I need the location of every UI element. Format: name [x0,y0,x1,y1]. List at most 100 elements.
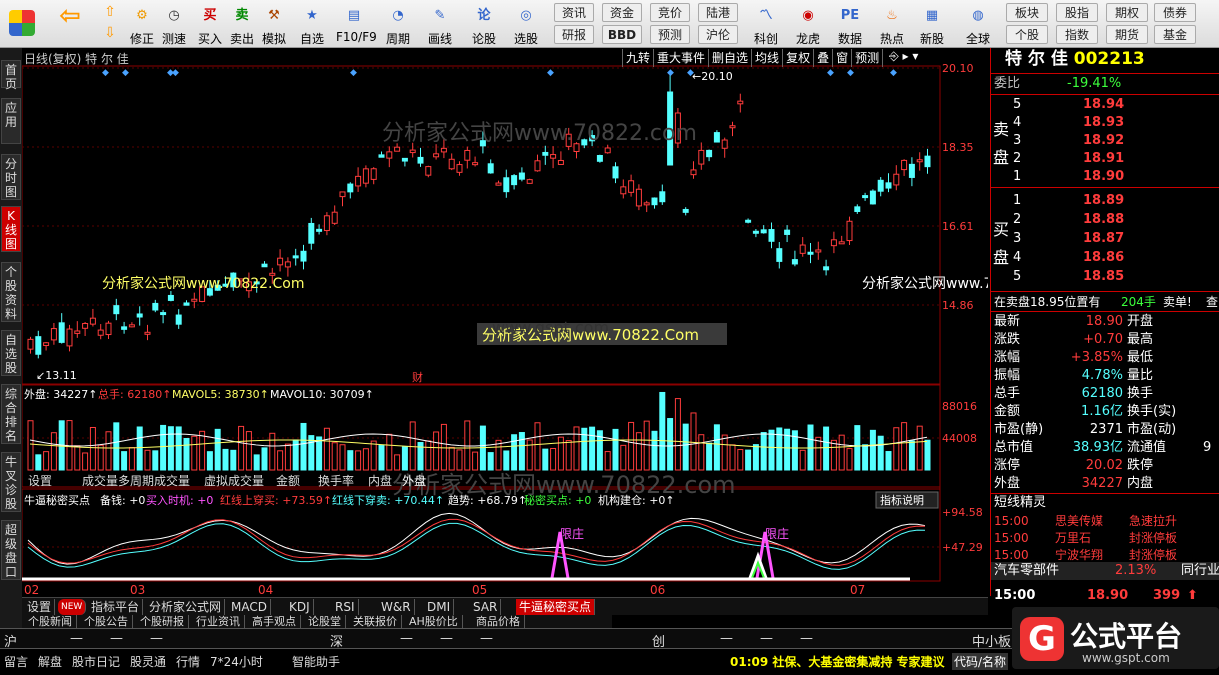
news-tab-6[interactable]: 关联报价 [349,615,402,628]
chart-btn-2[interactable]: 删自选 [708,49,751,67]
tab-profile[interactable]: 个股资料 [1,262,21,322]
simulate-button[interactable]: ⚒ 模拟 [256,2,292,46]
chart-btn-3[interactable]: 均线 [751,49,782,67]
funds-button[interactable]: 基金 [1154,25,1196,44]
ipo-button[interactable]: ▦ 新股 [914,2,950,46]
research-button[interactable]: 研报 [554,25,594,44]
tab-intraday[interactable]: 分时图 [1,154,21,200]
indicator-tab-6[interactable]: RSI [332,599,359,615]
chart-btn-0[interactable]: 九转 [622,49,653,67]
buy-row[interactable]: 5 18.85 [991,268,1219,286]
sell-row[interactable]: 2 18.91 [991,150,1219,168]
sell-row[interactable]: 3 18.92 [991,132,1219,150]
jingling-row[interactable]: 15:00 思美传媒 急速拉升 [991,512,1219,530]
news-tab-7[interactable]: AH股价比 [405,615,463,628]
tab-orderbook[interactable]: 超级盘口 [1,520,21,580]
discuss-button[interactable]: 论论股 [466,2,502,46]
chart-btn-6[interactable]: 窗 [832,49,851,67]
sell-row[interactable]: 4 18.93 [991,114,1219,132]
data-button[interactable]: PE 数据 [832,2,868,46]
kline-chart-area[interactable]: 20.10 18.35 16.61 14.86 ◆ ◆ ◆ ◆ ◆ ◆ ◆ ◆ ◆ ◆ ◆ ←20.10 ↙13… [21,48,1064,597]
tab-diagnosis[interactable]: 牛叉诊股 [1,452,21,512]
indicator-tab-2[interactable]: 指标平台 [88,599,144,615]
status-item-4[interactable]: 行情 [176,653,200,670]
indicator-tab-9[interactable]: SAR [470,599,502,615]
news-tab-0[interactable]: 个股新闻 [24,615,77,628]
stock-pick-button[interactable]: ◎ 选股 [508,2,544,46]
news-ticker[interactable]: 01:09 社保、大基金密集减持 专家建议 [730,653,945,670]
chart-btn-4[interactable]: 复权 [782,49,813,67]
tab-home[interactable]: 首页 [1,60,21,91]
sell-button[interactable]: 卖卖出 [224,2,260,46]
news-tab-4[interactable]: 高手观点 [248,615,301,628]
tab-ranking[interactable]: 综合排名 [1,384,21,444]
period-button[interactable]: ◔ 周期 [380,2,416,46]
index-button[interactable]: 指数 [1056,25,1098,44]
news-tab-2[interactable]: 个股研报 [136,615,189,628]
hot-button[interactable]: ♨ 热点 [874,2,910,46]
indicator-tab-0[interactable]: 设置 [24,599,56,615]
status-item-2[interactable]: 股市日记 [72,653,120,670]
candle-body [167,294,174,301]
tab-kline[interactable]: K线图 [1,206,21,252]
buy-row[interactable]: 3 18.87 [991,230,1219,248]
news-tab-5[interactable]: 论股堂 [304,615,346,628]
speed-test-button[interactable]: ◷ 测速 [156,2,192,46]
buy-row[interactable]: 4 18.86 [991,249,1219,267]
bbd-button[interactable]: BBD [602,25,642,44]
indicator-tab-10[interactable]: 牛逼秘密买点 [516,599,596,615]
auction-button[interactable]: 竞价 [650,3,690,22]
sell-price: 18.92 [1083,133,1125,148]
tech-button[interactable]: 〽科创 [748,2,784,46]
volume-bar [238,425,245,471]
tab-apps[interactable]: 应用 [1,98,21,144]
back-button[interactable]: ⇦ [52,2,88,46]
status-item-6[interactable]: 智能助手 [292,653,340,670]
indicator-tab-1[interactable]: NEW [58,599,87,615]
code-search-input[interactable]: 代码/名称 [952,653,1009,670]
indicator-tab-4[interactable]: MACD [228,599,271,615]
futures-button[interactable]: 期货 [1106,25,1148,44]
fund-button[interactable]: 资金 [602,3,642,22]
f10-button[interactable]: ▤ F10/F9 [336,2,377,46]
news-tab-3[interactable]: 行业资讯 [192,615,245,628]
news-tab-1[interactable]: 个股公告 [80,615,133,628]
indicator-tab-3[interactable]: 分析家公式网 [146,599,226,615]
status-item-5[interactable]: 7*24小时 [210,653,263,670]
dragon-button[interactable]: ◉ 龙虎 [790,2,826,46]
grid-icon[interactable] [4,2,40,46]
index-futures-button[interactable]: 股指 [1056,3,1098,22]
chart-btn-5[interactable]: 叠 [813,49,832,67]
indicator-tab-8[interactable]: DMI [424,599,455,615]
global-button[interactable]: ◍ 全球 [960,2,996,46]
status-item-1[interactable]: 解盘 [38,653,62,670]
options-button[interactable]: 期权 [1106,3,1148,22]
chart-tools-icon[interactable]: ⎆ ▸ ▾ [882,49,924,67]
sell-row[interactable]: 1 18.90 [991,168,1219,186]
chart-btn-7[interactable]: 预测 [851,49,882,67]
modify-button[interactable]: ⚙ 修正 [124,2,160,46]
news-button[interactable]: 资讯 [554,3,594,22]
news-tab-8[interactable]: 商品价格 [472,615,525,628]
bonds-button[interactable]: 债券 [1154,3,1196,22]
up-down-buttons[interactable]: ⇧ ⇩ [92,2,128,46]
shlon-button[interactable]: 沪伦 [698,25,738,44]
buy-button[interactable]: 买买入 [192,2,228,46]
watchlist-button[interactable]: ★ 自选 [294,2,330,46]
buy-row[interactable]: 1 18.89 [991,192,1219,210]
chart-btn-1[interactable]: 重大事件 [653,49,708,67]
forecast-button[interactable]: 预测 [650,25,690,44]
stocks-button[interactable]: 个股 [1006,25,1048,44]
hk-button[interactable]: 陆港 [698,3,738,22]
sell-row[interactable]: 5 18.94 [991,96,1219,114]
sector-button[interactable]: 板块 [1006,3,1048,22]
sector-row[interactable]: 汽车零部件 2.13% 同行业 [991,562,1219,580]
draw-line-button[interactable]: ✎ 画线 [422,2,458,46]
jingling-row[interactable]: 15:00 万里石 封涨停板 [991,529,1219,547]
tab-watchlist[interactable]: 自选股 [1,330,21,376]
status-item-0[interactable]: 留言 [4,653,28,670]
status-item-3[interactable]: 股灵通 [130,653,166,670]
buy-row[interactable]: 2 18.88 [991,211,1219,229]
indicator-tab-7[interactable]: W&R [378,599,415,615]
indicator-tab-5[interactable]: KDJ [286,599,314,615]
